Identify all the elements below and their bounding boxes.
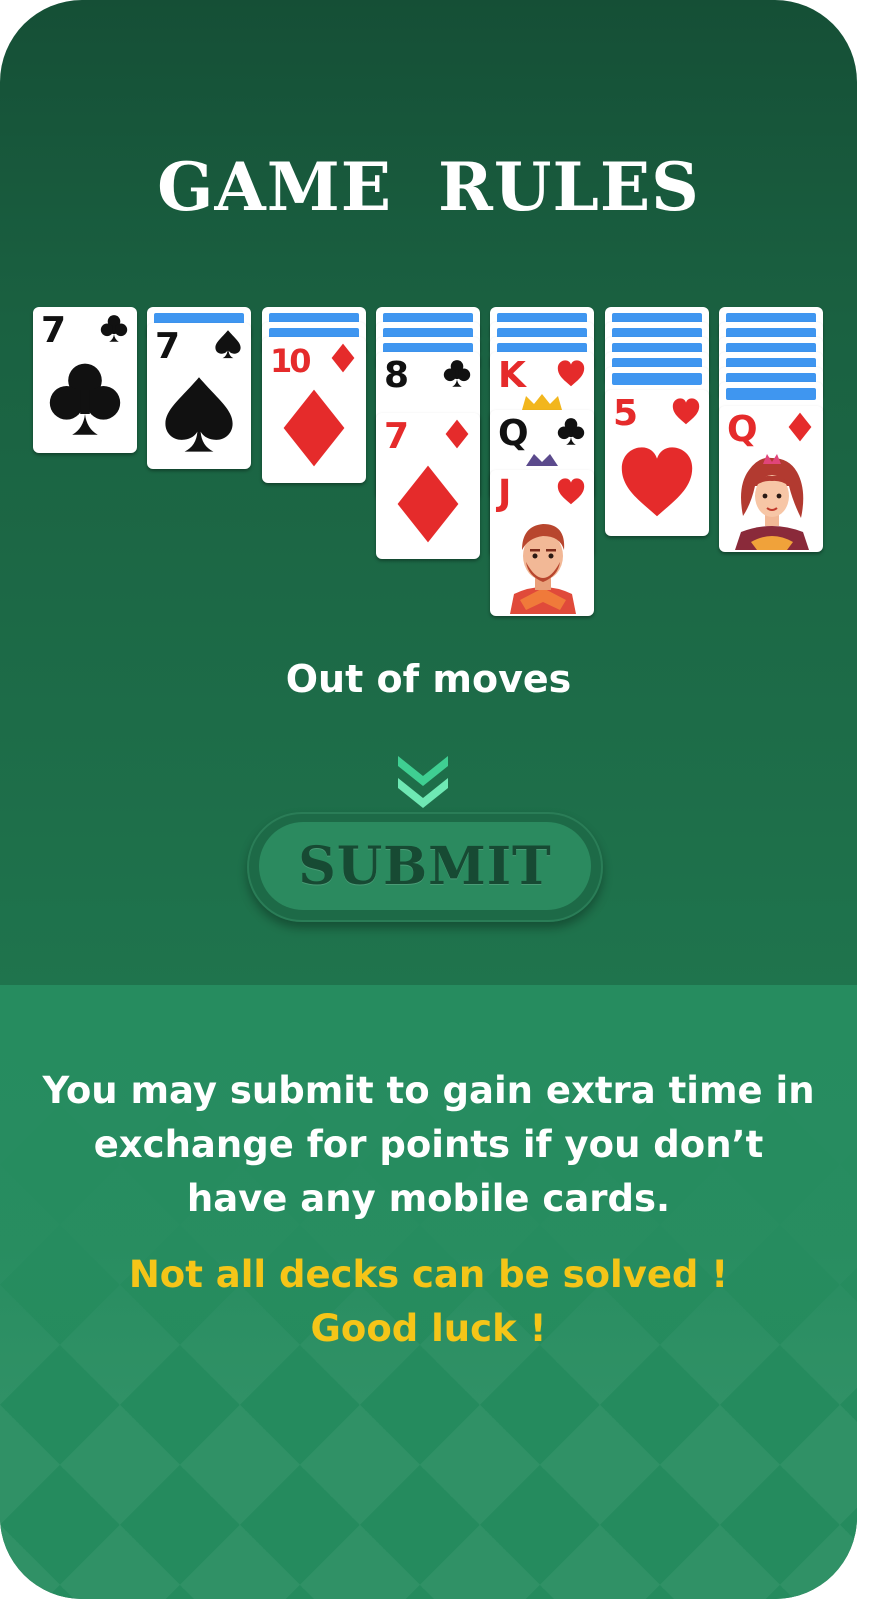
hearts-icon [556, 358, 586, 388]
note-line-2: Good luck ! [310, 1307, 547, 1350]
clubs-icon [442, 358, 472, 388]
spades-icon [159, 371, 239, 457]
diamonds-icon [785, 412, 815, 442]
double-chevron-down-icon [398, 756, 448, 808]
jack-face-icon [510, 524, 576, 614]
king-face-icon [522, 394, 562, 410]
clubs-icon [99, 313, 129, 343]
hearts-icon [617, 438, 697, 524]
good-luck-note: Not all decks can be solved ! Good luck … [40, 1248, 817, 1356]
clubs-icon [556, 416, 586, 446]
card-5-hearts: 5 [605, 390, 709, 536]
submit-button-face[interactable]: SUBMIT [259, 822, 591, 910]
diamonds-icon [328, 343, 358, 373]
submit-label: SUBMIT [298, 835, 552, 897]
card-10-diamonds: 10 [262, 337, 366, 483]
card-q-diamonds: Q [719, 406, 823, 552]
queen-face-icon [735, 454, 809, 550]
game-rules-panel: GAME RULES 7 7 10 8 7 K Q J 5 Q Out of m… [0, 0, 857, 1599]
card-7-clubs: 7 [33, 307, 137, 453]
card-rank: 8 [384, 355, 410, 396]
card-j-hearts: J [490, 470, 594, 616]
hearts-icon [671, 396, 701, 426]
queen-face-icon [526, 454, 558, 466]
card-7-diamonds: 7 [376, 413, 480, 559]
card-rank: 10 [270, 342, 311, 380]
rules-description: You may submit to gain extra time in exc… [42, 1069, 815, 1220]
note-line-1: Not all decks can be solved ! [128, 1253, 729, 1296]
card-rank: 5 [613, 393, 639, 434]
hearts-icon [556, 476, 586, 506]
card-rank: 7 [41, 310, 67, 351]
tableau-illustration: 7 7 10 8 7 K Q J 5 Q [0, 0, 857, 640]
card-rank: 7 [384, 416, 410, 457]
submit-button[interactable]: SUBMIT [247, 812, 603, 922]
card-7-spades: 7 [147, 323, 251, 469]
diamonds-icon [274, 385, 354, 471]
clubs-icon [45, 355, 125, 441]
diamonds-icon [442, 419, 472, 449]
card-rank: 7 [155, 326, 181, 367]
status-text: Out of moves [285, 657, 572, 701]
spades-icon [213, 329, 243, 359]
diamonds-icon [388, 461, 468, 547]
